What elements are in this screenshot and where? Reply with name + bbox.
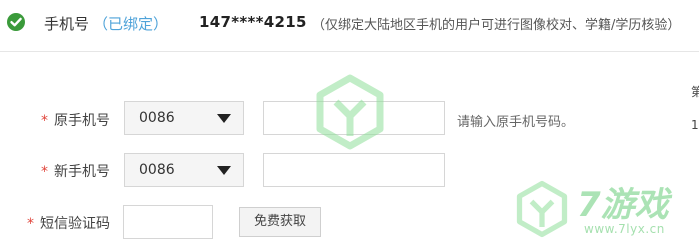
required-mark: *: [27, 216, 34, 232]
new-phone-country-code: 0086: [139, 162, 175, 178]
old-phone-label-text: 原手机号: [54, 113, 110, 129]
new-phone-label: * 新手机号: [0, 161, 110, 181]
dropdown-caret-icon: [217, 166, 231, 175]
dropdown-caret-icon: [217, 114, 231, 123]
check-circle-icon: [7, 13, 25, 31]
sms-code-label-text: 短信验证码: [40, 216, 110, 232]
binding-note: （仅绑定大陆地区手机的用户可进行图像校对、学籍/学历核验）: [312, 18, 681, 33]
side-clip-line1: 第: [691, 85, 699, 99]
old-phone-country-select[interactable]: 0086: [124, 101, 244, 135]
7yx-logo-icon: [516, 180, 568, 238]
phone-label-text: 手机号: [44, 15, 90, 33]
old-phone-hint: 请输入原手机号码。: [457, 115, 575, 130]
required-mark: *: [41, 164, 48, 180]
required-mark: *: [41, 113, 48, 129]
side-clip-line2: 1: [691, 118, 699, 132]
old-phone-country-code: 0086: [139, 110, 175, 126]
new-phone-country-select[interactable]: 0086: [124, 153, 244, 187]
old-phone-label: * 原手机号: [0, 110, 110, 130]
sms-code-label: * 短信验证码: [0, 213, 110, 233]
watermark-url: www.7lyx.cn: [584, 222, 665, 236]
new-phone-label-text: 新手机号: [54, 164, 110, 180]
new-phone-input[interactable]: [263, 153, 445, 187]
get-sms-code-button[interactable]: 免费获取: [239, 207, 321, 237]
phone-label: 手机号 （已绑定）: [44, 13, 168, 34]
watermark-brand: 7游戏: [577, 185, 669, 225]
masked-phone-number: 147****4215: [199, 13, 307, 31]
bound-status-tag: （已绑定）: [93, 15, 169, 33]
sms-code-input[interactable]: [123, 205, 213, 239]
7yx-logo-icon: [316, 74, 384, 150]
phone-status-row: 手机号 （已绑定） 147****4215 （仅绑定大陆地区手机的用户可进行图像校…: [0, 0, 699, 52]
